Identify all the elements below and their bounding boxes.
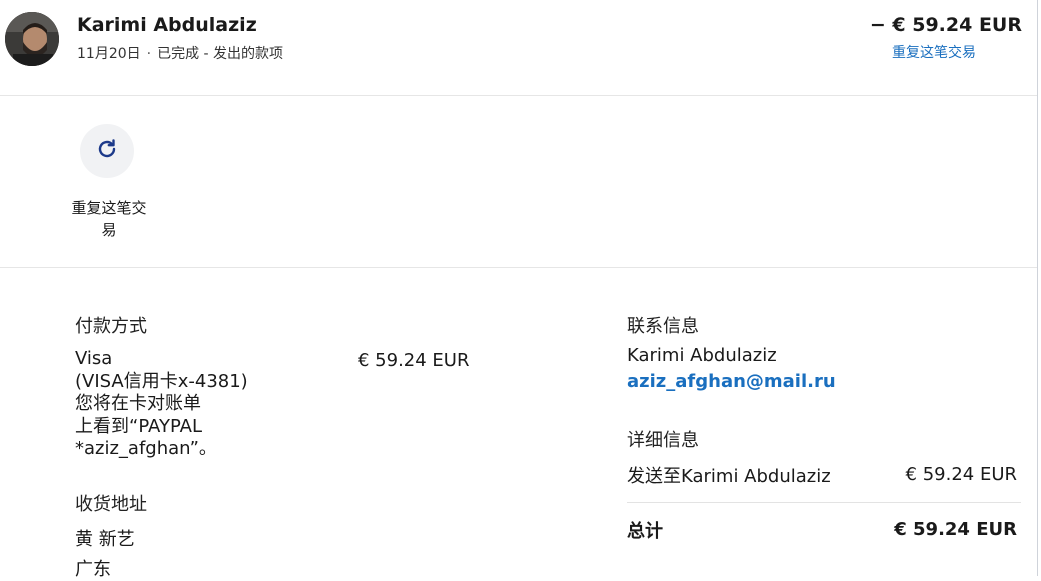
refresh-icon bbox=[95, 137, 119, 165]
sent-amount: € 59.24 EUR bbox=[905, 464, 1017, 485]
transaction-status: 已完成 - 发出的款项 bbox=[157, 46, 284, 62]
avatar bbox=[5, 12, 59, 66]
statement-note-line3: *aziz_afghan”。 bbox=[75, 438, 217, 459]
payment-card: (VISA信用卡x-4381) bbox=[75, 370, 248, 392]
shipping-name: 黄 新艺 bbox=[75, 529, 135, 550]
transaction-details-page: Karimi Abdulaziz 11月20日 · 已完成 - 发出的款项 − € … bbox=[0, 0, 1038, 580]
transaction-date: 11月20日 bbox=[77, 46, 141, 62]
statement-note-line2: 上看到“PAYPAL bbox=[75, 415, 202, 437]
contact-email-link[interactable]: aziz_afghan@mail.ru bbox=[627, 371, 836, 392]
counterparty-name: Karimi Abdulaziz bbox=[77, 14, 257, 36]
shipping-region: 广东 bbox=[75, 559, 111, 580]
action-strip: 重复这笔交 易 bbox=[0, 96, 1037, 268]
separator-dot: · bbox=[146, 46, 152, 62]
payment-method-description: Visa (VISA信用卡x-4381) 您将在卡对账单 上看到“PAYPAL … bbox=[75, 348, 295, 461]
contact-info-title: 联系信息 bbox=[627, 316, 699, 337]
shipping-address-title: 收货地址 bbox=[75, 494, 147, 515]
contact-name: Karimi Abdulaziz bbox=[627, 345, 777, 366]
details-divider bbox=[627, 502, 1021, 503]
total-amount: € 59.24 EUR bbox=[894, 519, 1017, 540]
payment-method-name: Visa bbox=[75, 348, 113, 369]
sent-to-label: 发送至Karimi Abdulaziz bbox=[627, 466, 831, 487]
repeat-transaction-label: 重复这笔交 易 bbox=[71, 199, 147, 239]
transaction-header: Karimi Abdulaziz 11月20日 · 已完成 - 发出的款项 − € … bbox=[0, 0, 1037, 96]
repeat-transaction-button[interactable] bbox=[80, 124, 134, 178]
details-title: 详细信息 bbox=[627, 430, 699, 451]
transaction-amount: − € 59.24 EUR bbox=[869, 14, 1022, 36]
total-label: 总计 bbox=[627, 521, 663, 542]
payment-method-title: 付款方式 bbox=[75, 316, 147, 337]
transaction-subline: 11月20日 · 已完成 - 发出的款项 bbox=[77, 43, 283, 63]
repeat-transaction-link[interactable]: 重复这笔交易 bbox=[892, 42, 976, 62]
statement-note-line1: 您将在卡对账单 bbox=[75, 393, 201, 414]
payment-amount: € 59.24 EUR bbox=[358, 350, 470, 371]
